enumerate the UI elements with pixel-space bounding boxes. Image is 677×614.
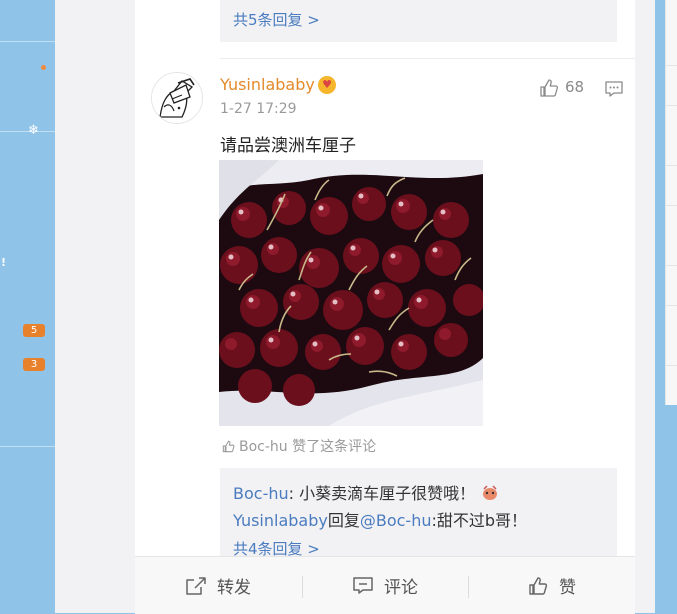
mention-link[interactable]: @Boc-hu bbox=[360, 511, 432, 530]
reply-emoji-icon bbox=[481, 485, 499, 501]
comment-photo[interactable] bbox=[219, 160, 483, 426]
liked-by-row: Boc-hu 赞了这条评论 bbox=[222, 436, 376, 457]
comment-icon[interactable] bbox=[604, 80, 624, 102]
left-sidebar: ❄ ! 5 3 bbox=[0, 0, 55, 613]
reply-author-link[interactable]: Yusinlababy bbox=[233, 511, 328, 530]
comment-label: 评论 bbox=[384, 578, 418, 598]
notification-dot bbox=[41, 65, 46, 70]
heart-emoji-icon: ♥ bbox=[318, 76, 336, 94]
repost-icon bbox=[186, 576, 206, 595]
action-bar: 转发 评论 赞 bbox=[135, 556, 635, 614]
like-button[interactable]: 赞 bbox=[527, 557, 576, 614]
sidebar-divider bbox=[0, 446, 55, 447]
sidebar-divider bbox=[0, 41, 55, 42]
comment-icon bbox=[353, 576, 373, 594]
reply-item: Boc-hu: 小葵卖滴车厘子很赞哦！ bbox=[233, 480, 499, 504]
reply-author-link[interactable]: Boc-hu bbox=[233, 484, 289, 503]
replies-box: Boc-hu: 小葵卖滴车厘子很赞哦！ Yusinlababy回复@Boc-hu… bbox=[220, 468, 617, 558]
comment-separator bbox=[220, 58, 635, 59]
page-background bbox=[635, 0, 655, 613]
comment-text: 请品尝澳洲车厘子 bbox=[220, 136, 356, 156]
right-panel bbox=[665, 0, 677, 405]
comment-button[interactable]: 评论 bbox=[352, 557, 418, 614]
reply-text: 甜不过b哥！ bbox=[436, 511, 528, 530]
unread-badge[interactable]: 5 bbox=[23, 324, 45, 337]
page-background bbox=[55, 0, 135, 613]
like-count: 68 bbox=[565, 78, 585, 96]
gear-icon[interactable]: ❄ bbox=[28, 123, 39, 139]
repost-label: 转发 bbox=[217, 578, 251, 598]
avatar[interactable] bbox=[151, 72, 203, 124]
view-more-replies-link[interactable]: 共5条回复 > bbox=[233, 9, 320, 30]
reply-item: Yusinlababy回复@Boc-hu:甜不过b哥！ bbox=[233, 511, 528, 530]
like-icon bbox=[529, 576, 548, 595]
unread-badge[interactable]: 3 bbox=[23, 358, 45, 371]
like-icon[interactable] bbox=[539, 78, 559, 102]
repost-button[interactable]: 转发 bbox=[185, 557, 251, 614]
comment-timestamp: 1-27 17:29 bbox=[220, 101, 297, 117]
reply-text: 小葵卖滴车厘子很赞哦！ bbox=[299, 484, 476, 503]
previous-reply-box: 共5条回复 > bbox=[220, 0, 617, 42]
liked-by-text: Boc-hu 赞了这条评论 bbox=[239, 439, 377, 455]
like-label: 赞 bbox=[559, 578, 576, 598]
comment-author[interactable]: Yusinlababy bbox=[220, 75, 315, 94]
alert-mark: ! bbox=[1, 256, 7, 269]
like-icon bbox=[222, 440, 235, 457]
